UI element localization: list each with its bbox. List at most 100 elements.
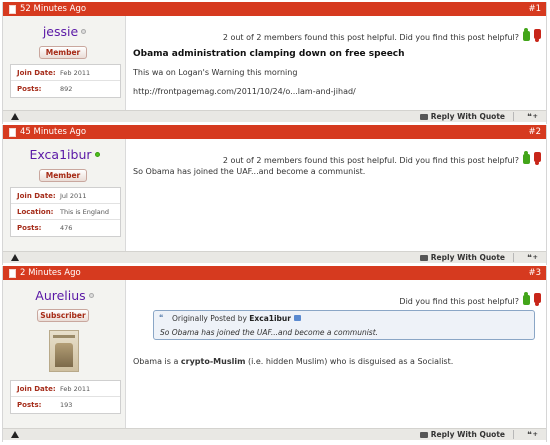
thumbs-down-icon[interactable]	[534, 293, 541, 306]
body-text-bold: crypto-Muslim	[180, 357, 246, 366]
reply-quote-icon	[419, 114, 428, 120]
info-label: Join Date:	[17, 385, 56, 393]
avatar-figures	[55, 343, 73, 367]
offline-status-icon	[88, 293, 94, 298]
post-time: 45 Minutes Ago	[20, 127, 87, 137]
warning-icon[interactable]	[11, 431, 19, 438]
post-content: Did you find this post helpful? ❝ Origin…	[127, 280, 546, 428]
post-title: Obama administration clamping down on fr…	[133, 49, 405, 59]
reply-with-quote-button[interactable]: Reply With Quote	[419, 112, 505, 121]
user-stats-table: Join Date: Feb 2011 Posts: 892	[10, 64, 121, 98]
quote-author-link[interactable]: Exca1ibur	[249, 314, 291, 323]
multiquote-plus-icon: +	[532, 430, 538, 438]
footer-divider	[513, 253, 514, 262]
quote-header: Originally Posted by Exca1ibur	[172, 314, 301, 323]
post-content: 2 out of 2 members found this post helpf…	[127, 16, 546, 110]
document-icon	[9, 128, 16, 137]
helpful-text: 2 out of 2 members found this post helpf…	[222, 33, 519, 42]
info-row-join-date: Join Date: Feb 2011	[11, 65, 120, 81]
info-row-join-date: Join Date: Jul 2011	[11, 188, 120, 204]
footer-divider	[513, 112, 514, 121]
multiquote-plus-icon: +	[532, 253, 538, 261]
post-2: 45 Minutes Ago #2 Exca1ibur Member Join …	[2, 125, 547, 265]
rank-badge: Subscriber	[37, 309, 89, 322]
user-info-panel: Exca1ibur Member Join Date: Jul 2011 Loc…	[3, 139, 126, 251]
quote-text: So Obama has joined the UAF...and become…	[160, 328, 379, 337]
info-value: Jul 2011	[60, 192, 87, 200]
post-header: 2 Minutes Ago #3	[3, 266, 546, 280]
offline-status-icon	[81, 29, 87, 34]
view-post-icon[interactable]	[293, 315, 301, 321]
username-row: Aurelius	[3, 288, 126, 303]
post-number-link[interactable]: #1	[528, 4, 541, 14]
multiquote-icon[interactable]: ❝	[527, 430, 532, 439]
reply-label: Reply With Quote	[430, 430, 505, 439]
post-number-link[interactable]: #2	[528, 127, 541, 137]
post-body-line: This wa on Logan's Warning this morning	[133, 68, 298, 77]
quote-icon: ❝	[159, 313, 164, 322]
thumbs-up-icon[interactable]	[523, 28, 530, 41]
body-text-before: Obama is a	[133, 357, 181, 366]
info-label: Location:	[17, 208, 54, 216]
multiquote-icon[interactable]: ❝	[527, 253, 532, 262]
post-content: 2 out of 2 members found this post helpf…	[127, 139, 546, 251]
post-time: 52 Minutes Ago	[20, 4, 87, 14]
info-label: Join Date:	[17, 69, 56, 77]
info-label: Join Date:	[17, 192, 56, 200]
thumbs-down-icon[interactable]	[534, 29, 541, 42]
multiquote-icon[interactable]: ❝	[527, 112, 532, 121]
footer-divider	[513, 430, 514, 439]
avatar[interactable]	[49, 330, 79, 372]
username-link[interactable]: Exca1ibur	[29, 147, 91, 162]
post-footer: Reply With Quote ❝ +	[3, 110, 546, 122]
info-label: Posts:	[17, 401, 42, 409]
user-info-panel: jessie Member Join Date: Feb 2011 Posts:…	[3, 16, 126, 110]
info-row-posts: Posts: 193	[11, 397, 120, 413]
thumbs-up-icon[interactable]	[523, 151, 530, 164]
username-link[interactable]: Aurelius	[35, 288, 85, 303]
reply-label: Reply With Quote	[430, 253, 505, 262]
info-value: Feb 2011	[60, 69, 91, 77]
post-body-line: So Obama has joined the UAF...and become…	[133, 167, 366, 176]
helpful-text: Did you find this post helpful?	[399, 297, 519, 306]
rank-badge: Member	[39, 169, 87, 182]
info-row-location: Location: This is England	[11, 204, 120, 220]
thumbs-down-icon[interactable]	[534, 152, 541, 165]
post-footer: Reply With Quote ❝ +	[3, 428, 546, 440]
post-body-link[interactable]: http://frontpagemag.com/2011/10/24/o...l…	[133, 87, 356, 96]
avatar-book-band	[53, 335, 75, 338]
post-body-line: Obama is a crypto-Muslim (i.e. hidden Mu…	[133, 357, 453, 366]
rank-badge: Member	[39, 46, 87, 59]
warning-icon[interactable]	[11, 254, 19, 261]
post-footer: Reply With Quote ❝ +	[3, 251, 546, 263]
post-number-link[interactable]: #3	[528, 268, 541, 278]
post-header: 52 Minutes Ago #1	[3, 2, 546, 16]
body-text-after: (i.e. hidden Muslim) who is disguised as…	[245, 357, 454, 366]
info-value: 476	[60, 224, 73, 232]
post-3: 2 Minutes Ago #3 Aurelius Subscriber Joi…	[2, 266, 547, 442]
info-label: Posts:	[17, 85, 42, 93]
document-icon	[9, 269, 16, 278]
info-value: 193	[60, 401, 73, 409]
reply-quote-icon	[419, 432, 428, 438]
quote-box: ❝ Originally Posted by Exca1ibur So Obam…	[153, 310, 535, 340]
reply-with-quote-button[interactable]: Reply With Quote	[419, 430, 505, 439]
online-status-icon	[94, 152, 100, 157]
thumbs-up-icon[interactable]	[523, 292, 530, 305]
multiquote-plus-icon: +	[532, 112, 538, 120]
warning-icon[interactable]	[11, 113, 19, 120]
user-stats-table: Join Date: Jul 2011 Location: This is En…	[10, 187, 121, 237]
username-row: jessie	[3, 24, 126, 39]
info-value: This is England	[60, 208, 109, 216]
reply-label: Reply With Quote	[430, 112, 505, 121]
info-value: 892	[60, 85, 73, 93]
post-time: 2 Minutes Ago	[20, 268, 81, 278]
reply-with-quote-button[interactable]: Reply With Quote	[419, 253, 505, 262]
helpful-text: 2 out of 2 members found this post helpf…	[222, 156, 519, 165]
post-1: 52 Minutes Ago #1 jessie Member Join Dat…	[2, 2, 547, 124]
user-info-panel: Aurelius Subscriber Join Date: Feb 2011 …	[3, 280, 126, 428]
info-row-posts: Posts: 476	[11, 220, 120, 236]
username-link[interactable]: jessie	[43, 24, 78, 39]
info-row-join-date: Join Date: Feb 2011	[11, 381, 120, 397]
document-icon	[9, 5, 16, 14]
